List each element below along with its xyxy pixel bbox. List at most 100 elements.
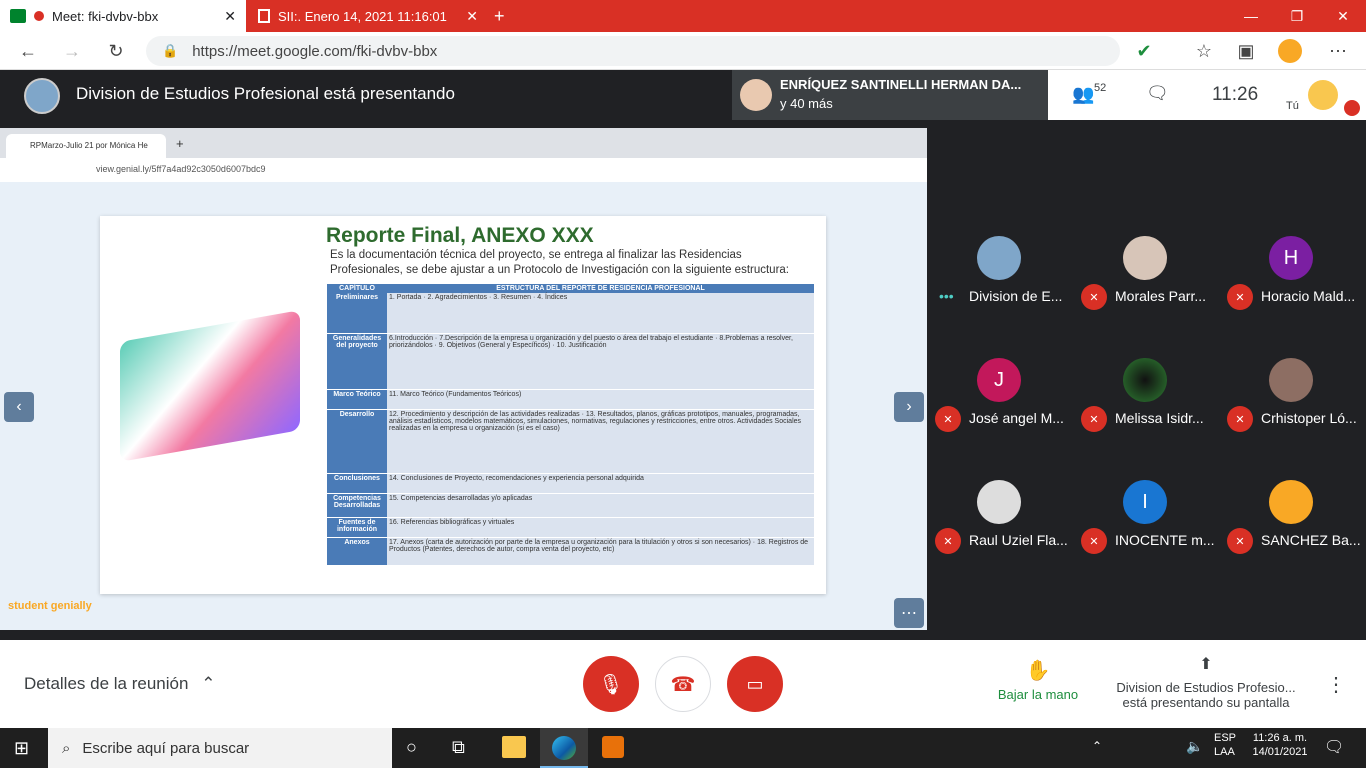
tab-meet[interactable]: Meet: fki-dvbv-bbx ✕ <box>0 0 246 32</box>
participant-avatar <box>1123 358 1167 402</box>
participant-avatar <box>1269 358 1313 402</box>
camera-off-icon: ▭ <box>746 673 764 694</box>
lock-icon: 🔒 <box>162 43 179 58</box>
structure-cell: 11. Marco Teórico (Fundamentos Teóricos) <box>387 389 814 410</box>
url-field[interactable]: 🔒 https://meet.google.com/fki-dvbv-bbx <box>146 36 1120 66</box>
edge-taskbar-button[interactable] <box>540 728 588 768</box>
extension-icon[interactable]: ✔ <box>1130 39 1158 63</box>
search-icon: ⌕ <box>62 739 71 757</box>
cortana-icon[interactable]: ○ <box>406 737 417 758</box>
book-illustration <box>120 310 300 462</box>
shared-url: view.genial.ly/5ff7a4ad92c3050d6007bdc9 <box>96 164 266 174</box>
more-options-icon[interactable]: ⋮ <box>1326 672 1346 697</box>
presentation-slide: Reporte Final, ANEXO XXX Es la documenta… <box>100 216 826 594</box>
presenting-status[interactable]: ⬆ Division de Estudios Profesio... está … <box>1106 654 1306 710</box>
participant-name: Division de E... <box>969 288 1063 304</box>
file-explorer-icon[interactable] <box>502 736 526 758</box>
participant-tile[interactable]: J ✕ José angel M... <box>927 358 1073 480</box>
participant-grid: ••• Division de E... ✕ Morales Parr... H… <box>927 128 1366 640</box>
structure-cell: 17. Anexos (carta de autorización por pa… <box>387 537 814 566</box>
structure-cell: 15. Competencias desarrolladas y/o aplic… <box>387 493 814 518</box>
present-screen-icon: ⬆ <box>1199 656 1213 673</box>
reload-button[interactable]: ↻ <box>102 39 130 63</box>
collections-icon[interactable]: ▣ <box>1232 39 1260 63</box>
participant-tile[interactable]: ✕ Crhistoper Ló... <box>1219 358 1365 480</box>
meet-icon <box>10 9 26 23</box>
new-tab-button[interactable]: + <box>494 6 505 27</box>
mic-toggle-button[interactable]: 🎙 <box>583 656 639 712</box>
table-row: Marco Teórico 11. Marco Teórico (Fundamen… <box>327 389 814 410</box>
participant-name: Crhistoper Ló... <box>1261 410 1357 426</box>
presenter-avatar <box>24 78 60 114</box>
tab-sii[interactable]: SII:. Enero 14, 2021 11:16:01 ✕ <box>248 0 488 32</box>
chapter-cell: Marco Teórico <box>327 389 387 410</box>
participant-tile[interactable]: ✕ Raul Uziel Fla... <box>927 480 1073 602</box>
chapter-cell: Desarrollo <box>327 409 387 474</box>
genially-logo: student genially <box>8 600 92 612</box>
forward-button[interactable]: → <box>58 39 86 63</box>
notifications-icon[interactable]: 🗨 <box>1324 737 1344 757</box>
mic-off-icon: 🎙 <box>598 673 624 696</box>
meet-controls-bar: Detalles de la reunión ⌃ 🎙 ☎ ▭ ✋ Bajar l… <box>0 640 1366 728</box>
taskbar-clock[interactable]: 11:26 a. m. 14/01/2021 <box>1250 732 1310 758</box>
profile-avatar[interactable] <box>1278 39 1302 63</box>
participant-tile[interactable]: H ✕ Horacio Mald... <box>1219 236 1365 358</box>
participant-avatar: J <box>977 358 1021 402</box>
url-text: https://meet.google.com/fki-dvbv-bbx <box>192 42 438 60</box>
meeting-details-button[interactable]: Detalles de la reunión ⌃ <box>24 674 215 694</box>
structure-cell: 6.Introducción · 7.Descripción de la emp… <box>387 333 814 390</box>
participant-name: SANCHEZ Ba... <box>1261 532 1361 548</box>
camera-toggle-button[interactable]: ▭ <box>727 656 783 712</box>
table-row: Fuentes de información 16. Referencias bi… <box>327 517 814 538</box>
participant-tile[interactable]: I ✕ INOCENTE m... <box>1073 480 1219 602</box>
participant-tile[interactable]: ••• Division de E... <box>927 236 1073 358</box>
slide-subtitle: Es la documentación técnica del proyecto… <box>330 249 790 276</box>
search-placeholder: Escribe aquí para buscar <box>82 739 250 757</box>
structure-cell: 12. Procedimiento y descripción de las a… <box>387 409 814 474</box>
table-header: CAPÍTULO <box>327 284 387 293</box>
taskbar-search[interactable]: ⌕ Escribe aquí para buscar <box>48 728 392 768</box>
people-icon[interactable]: 👥 <box>1072 84 1094 105</box>
mic-off-icon: ✕ <box>935 528 961 554</box>
participant-avatar <box>977 480 1021 524</box>
participant-name: Horacio Mald... <box>1261 288 1356 304</box>
participant-tile[interactable]: ✕ SANCHEZ Ba... <box>1219 480 1365 602</box>
language-indicator[interactable]: ESP LAA <box>1214 732 1236 758</box>
lang-code: ESP <box>1214 732 1237 744</box>
shared-screen: RPMarzo-Julio 21 por Mónica He + view.ge… <box>0 128 927 630</box>
table-row: Generalidades del proyecto 6.Introducción… <box>327 333 814 390</box>
table-row: Anexos 17. Anexos (carta de autorización … <box>327 537 814 566</box>
presenting-label: Division de Estudios Profesio... <box>1116 680 1296 695</box>
presenting-title: Division de Estudios Profesional está pr… <box>76 84 455 103</box>
chat-icon[interactable]: 🗨 <box>1146 83 1169 104</box>
task-view-icon[interactable]: ⧉ <box>452 737 465 758</box>
close-icon[interactable]: ✕ <box>466 8 478 25</box>
chapter-cell: Anexos <box>327 537 387 566</box>
participant-tile[interactable]: ✕ Melissa Isidr... <box>1073 358 1219 480</box>
slide-next-button[interactable]: › <box>894 392 924 422</box>
back-button[interactable]: ← <box>14 39 42 63</box>
speaker-avatar <box>740 79 772 111</box>
close-icon[interactable]: ✕ <box>224 8 236 25</box>
participant-avatar <box>1269 480 1313 524</box>
lower-hand-button[interactable]: ✋ Bajar la mano <box>988 658 1088 702</box>
leave-call-button[interactable]: ☎ <box>655 656 711 712</box>
shared-browser-chrome: RPMarzo-Julio 21 por Mónica He + view.ge… <box>0 128 927 182</box>
slide-title: Reporte Final, ANEXO XXX <box>326 224 594 247</box>
slide-prev-button[interactable]: ‹ <box>4 392 34 422</box>
volume-icon[interactable]: 🔈 <box>1186 738 1203 755</box>
minimize-button[interactable]: — <box>1228 0 1274 32</box>
menu-icon[interactable]: ⋯ <box>1324 39 1352 63</box>
slide-more-button[interactable]: ⋯ <box>894 598 924 628</box>
participant-tile[interactable]: ✕ Morales Parr... <box>1073 236 1219 358</box>
document-icon <box>258 9 270 23</box>
details-label: Detalles de la reunión <box>24 674 189 693</box>
close-window-button[interactable]: ✕ <box>1320 0 1366 32</box>
tray-chevron-icon[interactable]: ⌃ <box>1092 739 1102 753</box>
maximize-button[interactable]: ❐ <box>1274 0 1320 32</box>
windows-start-icon[interactable]: ⊞ <box>14 738 29 759</box>
browser-titlebar: Meet: fki-dvbv-bbx ✕ SII:. Enero 14, 202… <box>0 0 1366 32</box>
participant-name: José angel M... <box>969 410 1064 426</box>
favorites-icon[interactable]: ☆ <box>1190 39 1218 63</box>
sublime-icon[interactable] <box>602 736 624 758</box>
